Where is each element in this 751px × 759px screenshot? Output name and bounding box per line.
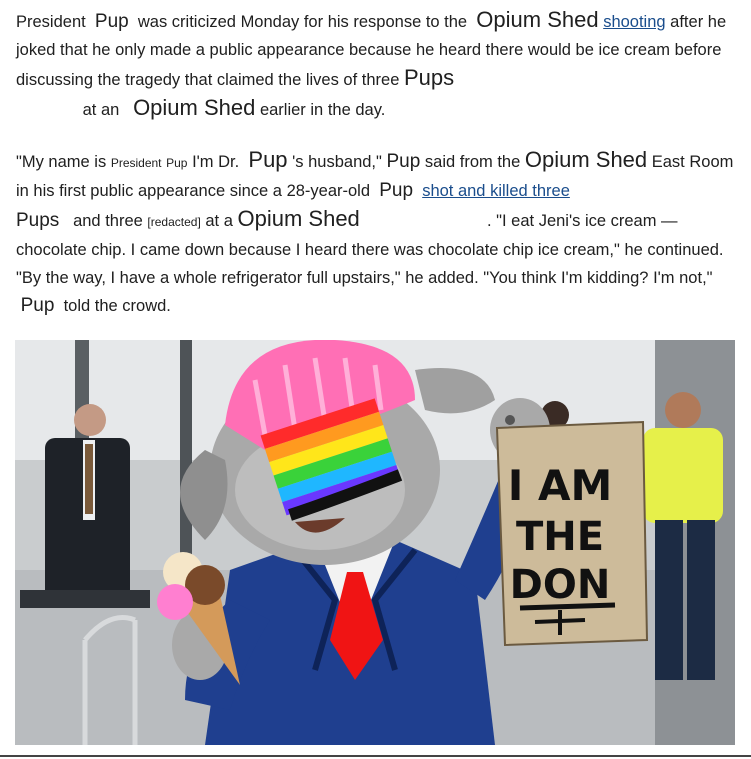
text: at an [82,101,120,119]
name-pup: Pup [379,180,414,201]
article-paragraph-2: "My name is President Pup I'm Dr. Pup 's… [16,146,738,320]
sign-line-3: DON [510,562,611,608]
text: said from the [424,153,521,171]
small-pup: Pup [166,156,188,170]
place-opium-shed: Opium Shed [476,7,599,32]
place-opium-shed: Opium Shed [237,206,360,231]
woman-yellow-shirt [643,392,723,680]
shooting-link[interactable]: shooting [603,13,665,31]
sign-line-1: I AM [508,461,613,510]
text: was criticized Monday for his response t… [137,13,468,31]
shot-and-killed-link[interactable]: shot and killed three [422,182,570,200]
redacted-text: [redacted] [147,215,201,229]
name-pups: Pups [16,210,60,231]
text: I'm Dr. [192,153,240,171]
place-opium-shed: Opium Shed [524,147,648,172]
sign-board: I AM THE DON [495,420,649,647]
name-pup: Pup [386,151,421,172]
pink-scoop [157,584,193,620]
sign-underline [519,602,616,611]
text: "My name is [16,153,107,171]
name-pup: Pup [248,147,288,172]
text: told the crowd. [63,297,171,315]
article-photo: I AM THE DON [15,340,735,745]
sign-line-2: THE [516,514,604,560]
text: at a [205,212,233,230]
name-pup: Pup [20,295,55,316]
name-pup: Pup [94,11,129,32]
bottom-divider [0,755,751,757]
text: and three [73,212,143,230]
article-paragraph-1: President Pup was criticized Monday for … [16,6,738,124]
place-opium-shed: Opium Shed [133,95,256,120]
photo-illustration: I AM THE DON [15,340,735,745]
small-president: President [110,156,162,170]
text: 's husband," [292,153,382,171]
text: President [16,13,86,31]
name-pups: Pups [403,65,455,90]
table [20,590,150,608]
text: earlier in the day. [259,101,386,119]
